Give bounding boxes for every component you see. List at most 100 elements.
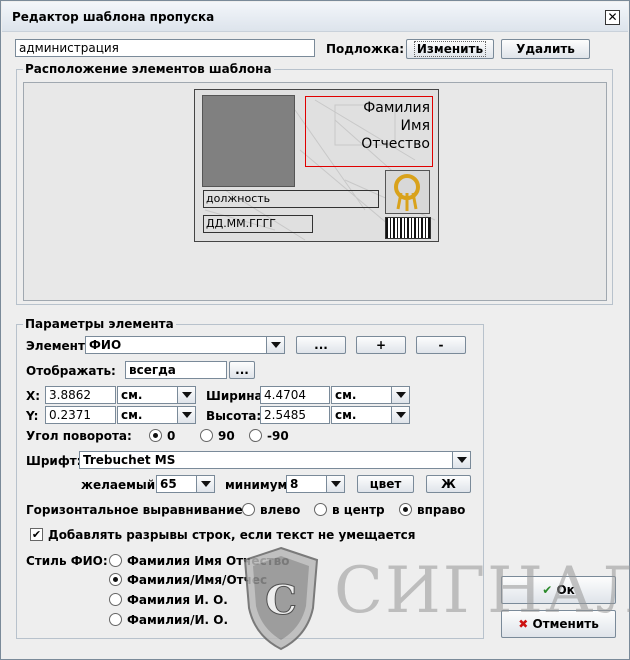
display-more-button[interactable]: ... xyxy=(229,361,255,379)
date-element[interactable]: ДД.ММ.ГГГГ xyxy=(203,215,313,233)
params-group-title: Параметры элемента xyxy=(23,317,176,331)
x-unit-select[interactable]: см. xyxy=(117,386,196,404)
chevron-down-icon[interactable] xyxy=(326,476,344,492)
desired-size-value: 65 xyxy=(160,477,177,491)
fio-style-4-radio[interactable] xyxy=(109,613,122,626)
title-bar[interactable]: Редактор шаблона пропуска ✕ xyxy=(2,2,628,32)
delete-background-button[interactable]: Удалить xyxy=(501,39,590,59)
y-unit-value: см. xyxy=(121,408,143,422)
y-label: Y: xyxy=(26,409,39,423)
ok-button[interactable]: ✔ Ок xyxy=(501,576,616,604)
chevron-down-icon[interactable] xyxy=(266,337,284,353)
layout-group: Расположение элементов шаблона Фамилия И… xyxy=(16,62,613,305)
width-label: Ширина: xyxy=(206,389,268,403)
element-label: Элемент: xyxy=(26,339,90,353)
height-label: Высота: xyxy=(206,409,262,423)
halign-right-label: вправо xyxy=(417,503,466,517)
chevron-down-icon[interactable] xyxy=(452,452,470,468)
chevron-down-icon[interactable] xyxy=(177,387,195,403)
halign-left-radio[interactable] xyxy=(242,503,255,516)
height-unit-select[interactable]: см. xyxy=(331,406,410,424)
change-background-label: Изменить xyxy=(413,41,487,57)
rotation-0-radio[interactable] xyxy=(149,429,162,442)
position-element[interactable]: должность xyxy=(203,190,379,208)
cancel-icon: ✖ xyxy=(518,617,529,631)
rotation-label: Угол поворота: xyxy=(26,429,132,443)
halign-right-radio[interactable] xyxy=(399,503,412,516)
logo-icon xyxy=(394,174,420,211)
pass-card: Фамилия Имя Отчество должность ДД.ММ.ГГГ… xyxy=(194,89,439,242)
background-label: Подложка: xyxy=(326,42,404,56)
close-button[interactable]: ✕ xyxy=(605,10,620,25)
minimum-size-label: минимум: xyxy=(225,478,293,492)
rotation-90-label: 90 xyxy=(218,429,235,443)
wrap-label: Добавлять разрывы строк, если текст не у… xyxy=(48,528,416,542)
remove-element-button[interactable]: - xyxy=(416,336,466,354)
fio-style-3-label: Фамилия И. О. xyxy=(127,593,228,607)
font-select[interactable]: Trebuchet MS xyxy=(79,451,471,469)
display-field[interactable]: всегда xyxy=(125,361,227,379)
element-more-button[interactable]: ... xyxy=(296,336,346,354)
font-select-value: Trebuchet MS xyxy=(83,453,176,467)
x-input[interactable]: 3.8862 xyxy=(45,386,116,404)
rotation-0-label: 0 xyxy=(167,429,176,443)
desired-size-label: желаемый: xyxy=(81,478,160,492)
change-background-button[interactable]: Изменить xyxy=(406,39,494,59)
logo-element[interactable] xyxy=(385,170,430,214)
shield-icon: С xyxy=(243,546,319,651)
cancel-label: Отменить xyxy=(532,617,599,631)
color-button[interactable]: цвет xyxy=(357,475,414,493)
photo-placeholder[interactable] xyxy=(202,95,295,187)
rotation-minus90-label: -90 xyxy=(267,429,289,443)
fio-surname: Фамилия xyxy=(363,100,430,116)
width-unit-value: см. xyxy=(335,388,357,402)
width-input[interactable]: 4.4704 xyxy=(260,386,330,404)
add-element-button[interactable]: + xyxy=(356,336,406,354)
rotation-minus90-radio[interactable] xyxy=(249,429,262,442)
halign-center-label: в центр xyxy=(332,503,385,517)
wrap-checkbox[interactable]: ✔ xyxy=(30,528,43,541)
minimum-size-select[interactable]: 8 xyxy=(286,475,345,493)
desired-size-select[interactable]: 65 xyxy=(156,475,215,493)
y-unit-select[interactable]: см. xyxy=(117,406,196,424)
ok-label: Ок xyxy=(556,583,575,597)
height-input[interactable]: 2.5485 xyxy=(260,406,330,424)
width-unit-select[interactable]: см. xyxy=(331,386,410,404)
dialog-window: Редактор шаблона пропуска ✕ администраци… xyxy=(0,0,630,660)
fio-patronymic: Отчество xyxy=(361,136,430,152)
halign-label: Горизонтальное выравнивание: xyxy=(26,503,248,517)
check-icon: ✔ xyxy=(542,583,553,597)
halign-left-label: влево xyxy=(260,503,301,517)
window-title: Редактор шаблона пропуска xyxy=(12,10,215,24)
chevron-down-icon[interactable] xyxy=(177,407,195,423)
chevron-down-icon[interactable] xyxy=(391,387,409,403)
display-label: Отображать: xyxy=(26,364,116,378)
layout-group-title: Расположение элементов шаблона xyxy=(23,62,274,76)
minimum-size-value: 8 xyxy=(290,477,299,491)
font-label: Шрифт: xyxy=(26,454,82,468)
cancel-button[interactable]: ✖ Отменить xyxy=(501,610,616,638)
x-label: X: xyxy=(26,389,41,403)
height-unit-value: см. xyxy=(335,408,357,422)
svg-text:С: С xyxy=(265,577,297,624)
fio-style-2-radio[interactable] xyxy=(109,573,122,586)
chevron-down-icon[interactable] xyxy=(196,476,214,492)
element-select[interactable]: ФИО xyxy=(85,336,285,354)
y-input[interactable]: 0.2371 xyxy=(45,406,116,424)
barcode-element[interactable] xyxy=(385,217,431,239)
x-unit-value: см. xyxy=(121,388,143,402)
bold-button[interactable]: Ж xyxy=(426,475,471,493)
fio-style-4-label: Фамилия/И. О. xyxy=(127,613,229,627)
fio-style-1-radio[interactable] xyxy=(109,554,122,567)
fio-style-label: Стиль ФИО: xyxy=(26,554,108,568)
fio-style-3-radio[interactable] xyxy=(109,593,122,606)
template-name-input[interactable]: администрация xyxy=(15,39,315,57)
watermark-logo: С xyxy=(241,546,321,651)
element-select-value: ФИО xyxy=(89,338,122,352)
fio-element[interactable]: Фамилия Имя Отчество xyxy=(305,96,433,167)
fio-name: Имя xyxy=(400,118,430,134)
layout-canvas: Фамилия Имя Отчество должность ДД.ММ.ГГГ… xyxy=(23,82,607,301)
halign-center-radio[interactable] xyxy=(314,503,327,516)
chevron-down-icon[interactable] xyxy=(391,407,409,423)
rotation-90-radio[interactable] xyxy=(200,429,213,442)
